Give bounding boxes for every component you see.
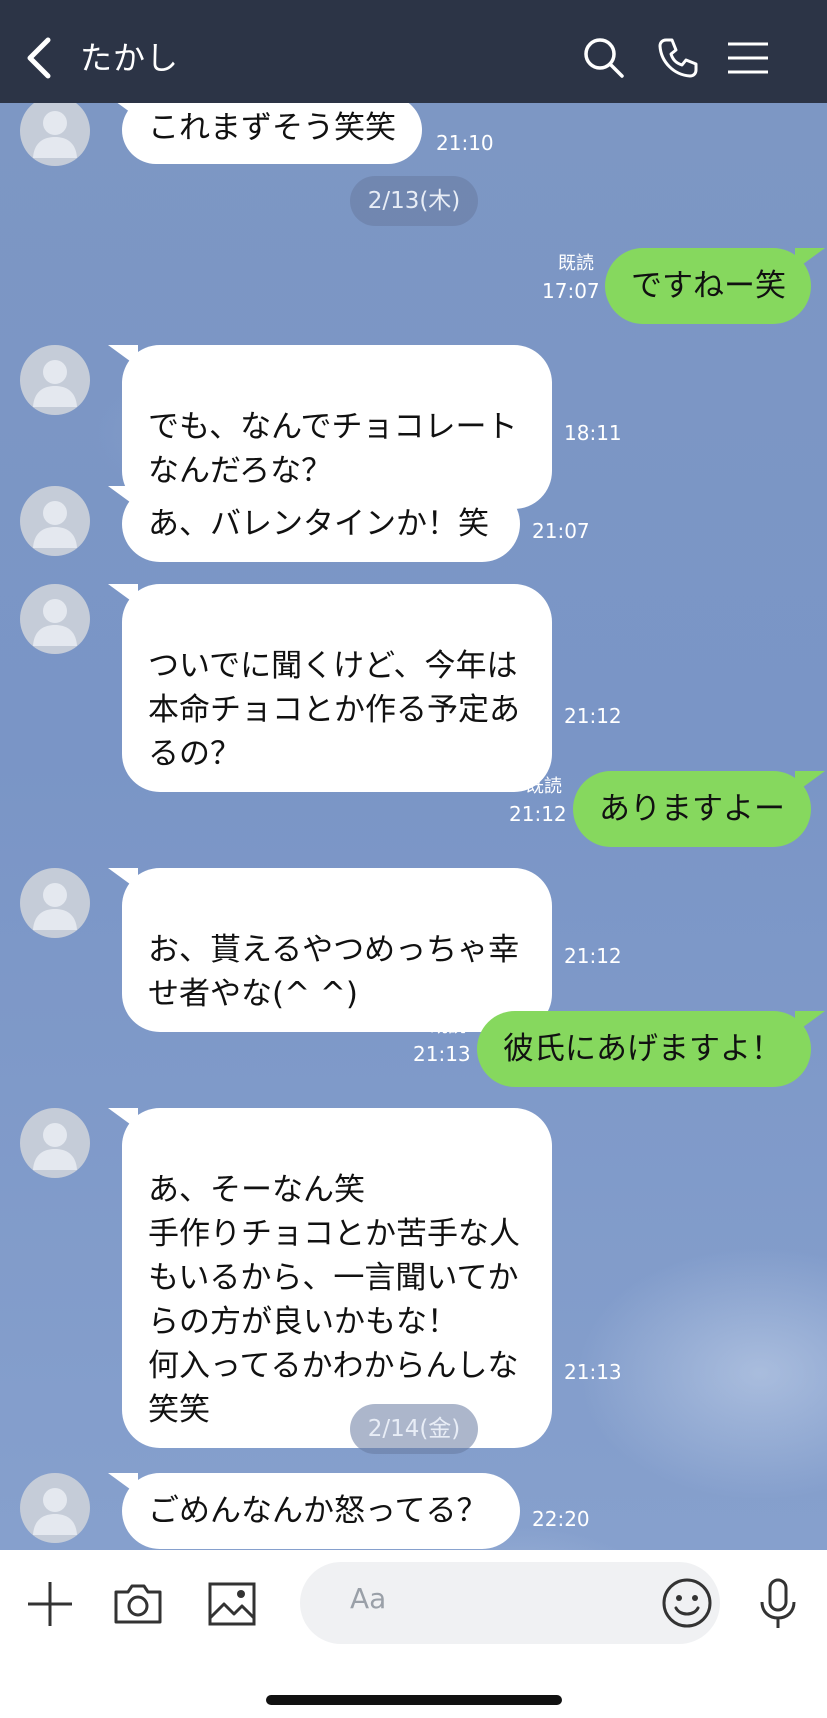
message-bubble-outgoing[interactable]: 彼氏にあげますよ！ [477, 1011, 825, 1087]
avatar[interactable] [20, 1473, 90, 1543]
message-text: ごめんなんか怒ってる？ [148, 1493, 488, 1529]
mic-icon[interactable] [752, 1578, 804, 1630]
message-input-bar: Aa [0, 1550, 827, 1718]
date-separator: 2/13(木) [350, 176, 478, 226]
message-time: 22:20 [532, 1507, 590, 1531]
message-time: 21:13 [413, 1042, 471, 1066]
avatar[interactable] [20, 868, 90, 938]
message-time: 18:11 [564, 421, 622, 445]
message-text: あ、そーなん笑 手作りチョコとか苦手な人 もいるから、一言聞いてか らの方が良い… [148, 1172, 520, 1428]
chat-header: たかし [0, 0, 827, 103]
message-time: 21:10 [436, 131, 494, 155]
message-bubble-incoming[interactable]: あ、バレンタインか！笑 [108, 486, 520, 562]
message-text: ですねー笑 [631, 268, 786, 304]
message-bubble-incoming[interactable]: あ、そーなん笑 手作りチョコとか苦手な人 もいるから、一言聞いてか らの方が良い… [108, 1108, 552, 1448]
message-bubble-incoming[interactable]: お、貰えるやつめっちゃ幸 せ者やな(^ ^) [108, 868, 552, 1032]
message-text: ついでに聞くけど、今年は 本命チョコとか作る予定あ るの？ [148, 648, 520, 772]
message-time: 17:07 [542, 279, 600, 303]
message-bubble-outgoing[interactable]: ありますよー [573, 771, 825, 847]
message-bubble-outgoing[interactable]: ですねー笑 [605, 248, 825, 324]
menu-icon[interactable] [724, 34, 772, 82]
message-time: 21:12 [564, 944, 622, 968]
message-list[interactable]: これまずそう笑笑 21:10 2/13(木) 既読 17:07 ですねー笑 でも… [0, 103, 827, 1550]
message-text: お、貰えるやつめっちゃ幸 せ者やな(^ ^) [148, 932, 520, 1012]
message-time: 21:12 [509, 802, 567, 826]
avatar[interactable] [20, 345, 90, 415]
message-input[interactable]: Aa [300, 1562, 720, 1644]
camera-icon[interactable] [112, 1578, 164, 1630]
message-time: 21:12 [564, 704, 622, 728]
message-text: あ、バレンタインか！笑 [148, 506, 489, 542]
search-icon[interactable] [580, 34, 628, 82]
message-text: これまずそう笑笑 [148, 110, 396, 146]
emoji-icon[interactable] [660, 1576, 714, 1630]
message-time: 21:13 [564, 1360, 622, 1384]
chat-title: たかし [80, 39, 180, 77]
message-text: ありますよー [599, 791, 785, 827]
message-bubble-incoming[interactable]: ついでに聞くけど、今年は 本命チョコとか作る予定あ るの？ [108, 584, 552, 792]
message-bubble-incoming[interactable]: ごめんなんか怒ってる？ [108, 1473, 520, 1549]
message-text: 彼氏にあげますよ！ [503, 1031, 782, 1067]
home-indicator [266, 1695, 562, 1705]
input-placeholder: Aa [350, 1582, 387, 1615]
back-icon[interactable] [22, 36, 56, 80]
avatar[interactable] [20, 486, 90, 556]
avatar[interactable] [20, 103, 90, 166]
date-separator: 2/14(金) [350, 1404, 478, 1454]
plus-icon[interactable] [24, 1578, 76, 1630]
phone-icon[interactable] [654, 34, 702, 82]
read-receipt: 既読 [526, 776, 562, 797]
read-receipt: 既読 [558, 253, 594, 274]
read-receipt: 既読 [430, 1016, 466, 1037]
message-text: でも、なんでチョコレート なんだろな？ [148, 409, 518, 489]
message-time: 21:07 [532, 519, 590, 543]
message-bubble-incoming[interactable]: これまずそう笑笑 [108, 103, 422, 164]
image-icon[interactable] [206, 1578, 258, 1630]
message-bubble-incoming[interactable]: でも、なんでチョコレート なんだろな？ [108, 345, 552, 509]
avatar[interactable] [20, 1108, 90, 1178]
avatar[interactable] [20, 584, 90, 654]
